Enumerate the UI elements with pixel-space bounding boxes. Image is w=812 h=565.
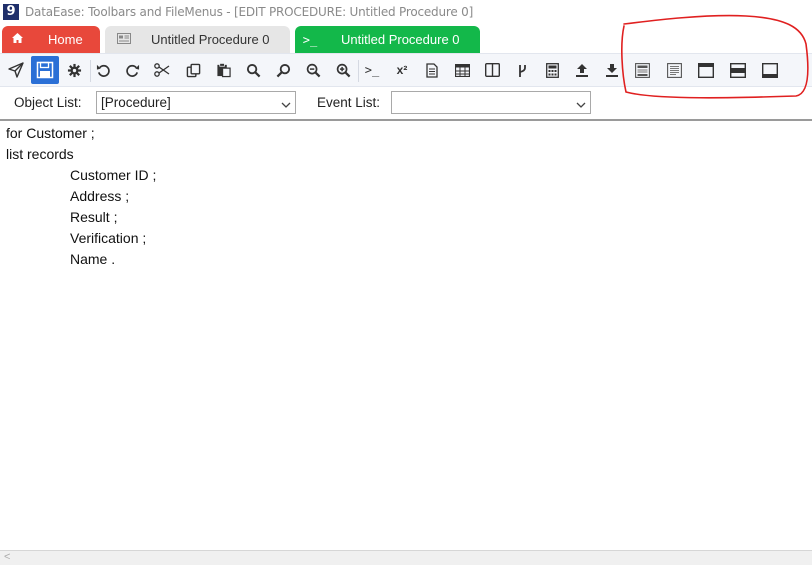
prompt-icon[interactable]: >_ (358, 56, 386, 84)
app-logo-icon: 9 (3, 4, 19, 20)
footer-section-icon[interactable] (756, 56, 784, 84)
event-list-label: Event List: (317, 95, 381, 110)
header-section-icon[interactable] (692, 56, 720, 84)
tab-procedure-active-label: Untitled Procedure 0 (341, 32, 460, 47)
object-list-value: [Procedure] (101, 95, 171, 110)
form-icon (109, 32, 139, 47)
zoom-out-icon[interactable] (299, 56, 327, 84)
calculator-icon[interactable] (538, 56, 566, 84)
zoom-in-icon[interactable] (329, 56, 357, 84)
find-icon[interactable] (239, 56, 267, 84)
window-title: DataEase: Toolbars and FileMenus - [EDIT… (25, 5, 474, 19)
gear-icon[interactable] (60, 56, 88, 84)
horizontal-scrollbar[interactable]: < (0, 550, 812, 565)
code-line: Verification ; (70, 230, 147, 246)
tab-procedure-inactive-label: Untitled Procedure 0 (151, 32, 270, 47)
tab-home[interactable]: Home (2, 26, 100, 53)
send-icon[interactable] (2, 56, 30, 84)
tab-strip: Home Untitled Procedure 0 >_ Untitled Pr… (0, 24, 812, 53)
code-line: Customer ID ; (70, 167, 157, 183)
save-icon[interactable] (31, 56, 59, 84)
code-line: Address ; (70, 188, 130, 204)
toolbar: >_ x² (0, 53, 812, 87)
download-icon[interactable] (598, 56, 626, 84)
chevron-down-icon (281, 96, 291, 117)
redo-icon[interactable] (118, 56, 146, 84)
middle-section-icon[interactable] (724, 56, 752, 84)
text-view-icon[interactable] (660, 56, 688, 84)
procedure-editor[interactable]: for Customer ; list records Customer ID … (0, 122, 812, 550)
form-view-icon[interactable] (628, 56, 656, 84)
document-icon[interactable] (418, 56, 446, 84)
list-selector-row: Object List: [Procedure] Event List: (0, 88, 812, 121)
code-line: list records (6, 146, 74, 162)
branch-icon[interactable] (508, 56, 536, 84)
code-line: Result ; (70, 209, 118, 225)
chevron-down-icon (576, 96, 586, 117)
tab-procedure-active[interactable]: >_ Untitled Procedure 0 (295, 26, 480, 53)
object-list-label: Object List: (14, 95, 82, 110)
terminal-icon: >_ (302, 32, 318, 47)
superscript-icon[interactable]: x² (388, 56, 416, 84)
title-bar: 9 DataEase: Toolbars and FileMenus - [ED… (0, 0, 812, 24)
copy-icon[interactable] (179, 56, 207, 84)
code-line: for Customer ; (6, 125, 95, 141)
event-list-select[interactable] (391, 91, 591, 114)
paste-icon[interactable] (209, 56, 237, 84)
tab-home-label: Home (48, 32, 83, 47)
table-icon[interactable] (448, 56, 476, 84)
cut-icon[interactable] (148, 56, 176, 84)
object-list-select[interactable]: [Procedure] (96, 91, 296, 114)
columns-icon[interactable] (478, 56, 506, 84)
tab-procedure-inactive[interactable]: Untitled Procedure 0 (105, 26, 290, 53)
scroll-left-icon[interactable]: < (4, 551, 10, 563)
code-line: Name . (70, 251, 116, 267)
upload-icon[interactable] (568, 56, 596, 84)
home-icon (2, 33, 32, 46)
find-next-icon[interactable] (269, 56, 297, 84)
undo-icon[interactable] (89, 56, 117, 84)
